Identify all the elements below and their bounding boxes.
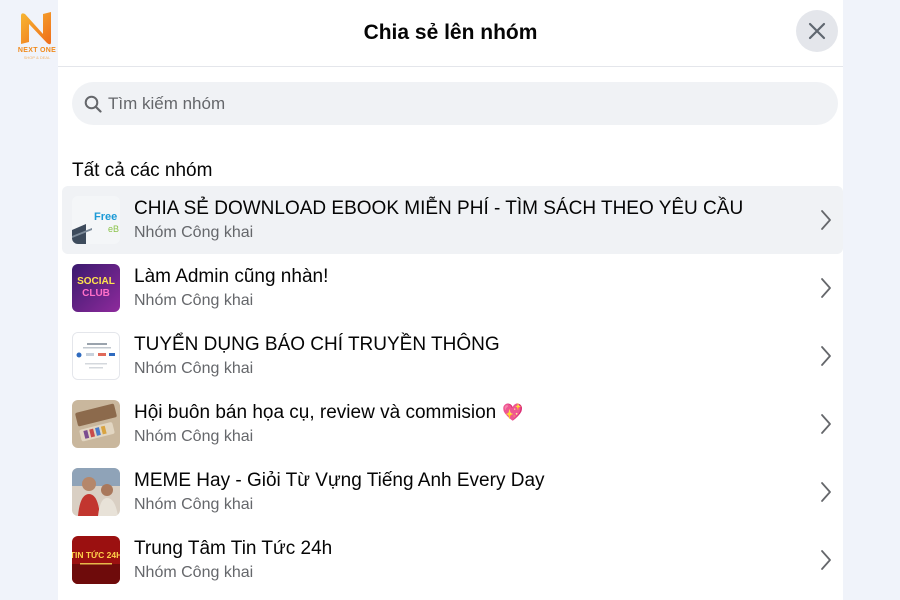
group-avatar: SOCIAL CLUB <box>72 264 120 312</box>
thumb-subtext: eB <box>108 224 119 234</box>
group-item-ebook[interactable]: Free eB CHIA SẺ DOWNLOAD EBOOK MIỄN PHÍ … <box>62 186 843 254</box>
group-name: Làm Admin cũng nhàn! <box>134 265 329 287</box>
group-name-row: Hội buôn bán họa cụ, review và commision… <box>134 401 523 425</box>
chevron-right-icon <box>817 276 835 300</box>
chevron-right-icon <box>817 548 835 572</box>
group-name: Hội buôn bán họa cụ, review và commision <box>134 401 497 423</box>
group-privacy: Nhóm Công khai <box>134 359 254 377</box>
group-avatar <box>72 332 120 380</box>
dialog-header: Chia sẻ lên nhóm <box>58 0 843 67</box>
chevron-right-icon <box>817 480 835 504</box>
group-privacy: Nhóm Công khai <box>134 427 254 445</box>
logo-mark-icon <box>21 12 51 45</box>
group-item-admin[interactable]: SOCIAL CLUB Làm Admin cũng nhàn! Nhóm Cô… <box>62 254 843 322</box>
close-icon <box>808 22 826 40</box>
chevron-right-icon <box>817 208 835 232</box>
group-item-news-24h[interactable]: TIN TỨC 24H Trung Tâm Tin Tức 24h Nhóm C… <box>62 526 843 594</box>
group-privacy: Nhóm Công khai <box>134 563 254 581</box>
group-item-art-supplies[interactable]: Hội buôn bán họa cụ, review và commision… <box>62 390 843 458</box>
group-name: CHIA SẺ DOWNLOAD EBOOK MIỄN PHÍ - TÌM SÁ… <box>134 197 744 219</box>
group-privacy: Nhóm Công khai <box>134 223 254 241</box>
thumb-subtext: CLUB <box>82 288 110 299</box>
group-avatar <box>72 400 120 448</box>
group-avatar: TIN TỨC 24H <box>72 536 120 584</box>
heart-emoji-icon: 💖 <box>502 402 524 422</box>
group-avatar <box>72 468 120 516</box>
thumb-text: TIN TỨC 24H <box>72 549 120 560</box>
group-privacy: Nhóm Công khai <box>134 495 254 513</box>
group-name: Trung Tâm Tin Tức 24h <box>134 537 333 559</box>
page: NEXT ONE SHOP & DEAL Chia sẻ lên nhóm Tấ… <box>0 0 900 600</box>
group-item-recruitment[interactable]: TUYỂN DỤNG BÁO CHÍ TRUYỀN THÔNG Nhóm Côn… <box>62 322 843 390</box>
group-name: TUYỂN DỤNG BÁO CHÍ TRUYỀN THÔNG <box>134 333 500 355</box>
group-privacy: Nhóm Công khai <box>134 291 254 309</box>
close-button[interactable] <box>796 10 838 52</box>
group-list: Free eB CHIA SẺ DOWNLOAD EBOOK MIỄN PHÍ … <box>62 186 843 594</box>
logo-tagline: SHOP & DEAL <box>23 55 51 60</box>
group-avatar: Free eB <box>72 196 120 244</box>
thumb-text: SOCIAL <box>77 276 115 287</box>
chevron-right-icon <box>817 412 835 436</box>
chevron-right-icon <box>817 344 835 368</box>
logo-text: NEXT ONE <box>17 47 57 54</box>
section-title: Tất cả các nhóm <box>72 160 213 181</box>
thumb-text: Free <box>94 211 117 223</box>
search-input[interactable] <box>108 93 788 114</box>
search-icon <box>84 94 104 114</box>
group-name: MEME Hay - Giỏi Từ Vựng Tiếng Anh Every … <box>134 469 545 491</box>
group-item-meme-english[interactable]: MEME Hay - Giỏi Từ Vựng Tiếng Anh Every … <box>62 458 843 526</box>
share-to-group-dialog: Chia sẻ lên nhóm Tất cả các nhóm <box>58 0 843 600</box>
dialog-title: Chia sẻ lên nhóm <box>363 21 538 44</box>
group-search-box[interactable] <box>72 82 838 125</box>
